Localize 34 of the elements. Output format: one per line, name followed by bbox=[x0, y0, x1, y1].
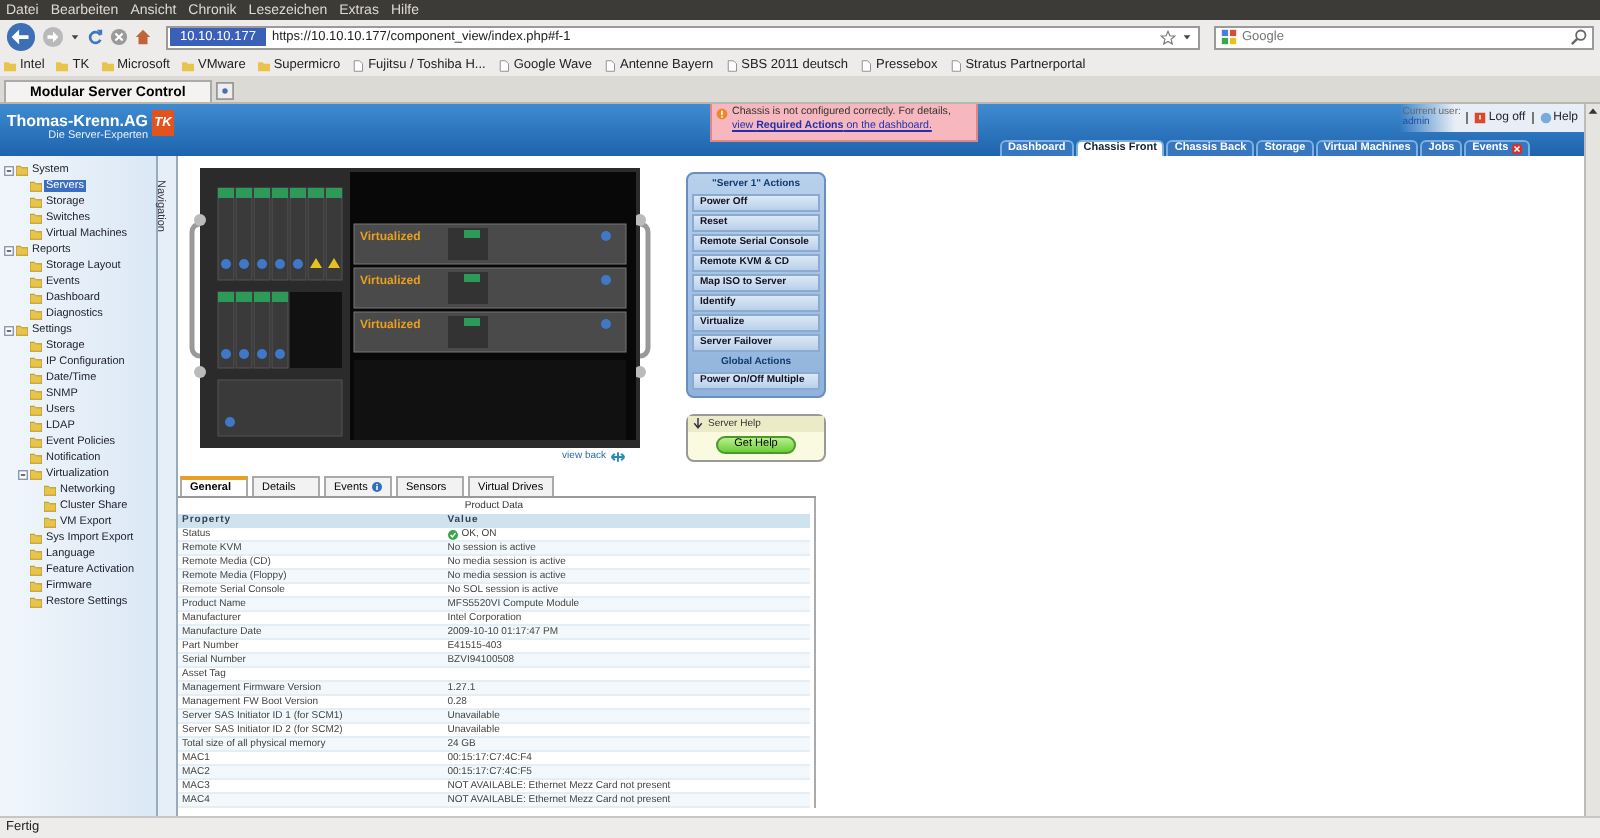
scrollbar[interactable] bbox=[1584, 104, 1600, 816]
folder-icon bbox=[56, 59, 69, 71]
chassis-drawing[interactable] bbox=[189, 168, 651, 448]
collapse-icon[interactable] bbox=[4, 325, 14, 335]
download-arrow-icon bbox=[692, 418, 704, 430]
page-icon bbox=[497, 59, 510, 71]
reload-icon[interactable] bbox=[86, 28, 104, 46]
search-engine-icon[interactable] bbox=[1220, 28, 1238, 46]
search-icon[interactable] bbox=[1570, 28, 1588, 46]
folder-icon bbox=[101, 59, 114, 71]
folder-icon bbox=[257, 59, 270, 71]
info-icon bbox=[371, 482, 382, 492]
page-icon bbox=[725, 59, 738, 71]
logo-text: Thomas-Krenn.AG bbox=[6, 112, 148, 130]
warning-icon bbox=[716, 108, 728, 120]
caret-icon[interactable] bbox=[1182, 32, 1192, 42]
rotate-arrows-icon bbox=[610, 449, 626, 463]
check-icon bbox=[447, 529, 458, 539]
new-tab-icon[interactable] bbox=[216, 82, 234, 100]
star-icon[interactable] bbox=[1160, 29, 1176, 45]
page-icon bbox=[859, 59, 872, 71]
home-icon[interactable] bbox=[134, 28, 152, 46]
folder-icon bbox=[4, 59, 16, 71]
folder-icon bbox=[181, 59, 194, 71]
stop-icon[interactable] bbox=[110, 28, 128, 46]
page-icon bbox=[949, 59, 962, 71]
alert-close-icon bbox=[1512, 144, 1523, 154]
collapse-icon[interactable] bbox=[4, 245, 14, 255]
collapse-icon[interactable] bbox=[18, 469, 28, 479]
page-icon bbox=[603, 59, 616, 71]
caret-icon[interactable] bbox=[70, 32, 80, 42]
page-icon bbox=[352, 59, 365, 71]
log-off-icon bbox=[1474, 112, 1487, 124]
collapse-icon[interactable] bbox=[4, 165, 14, 175]
